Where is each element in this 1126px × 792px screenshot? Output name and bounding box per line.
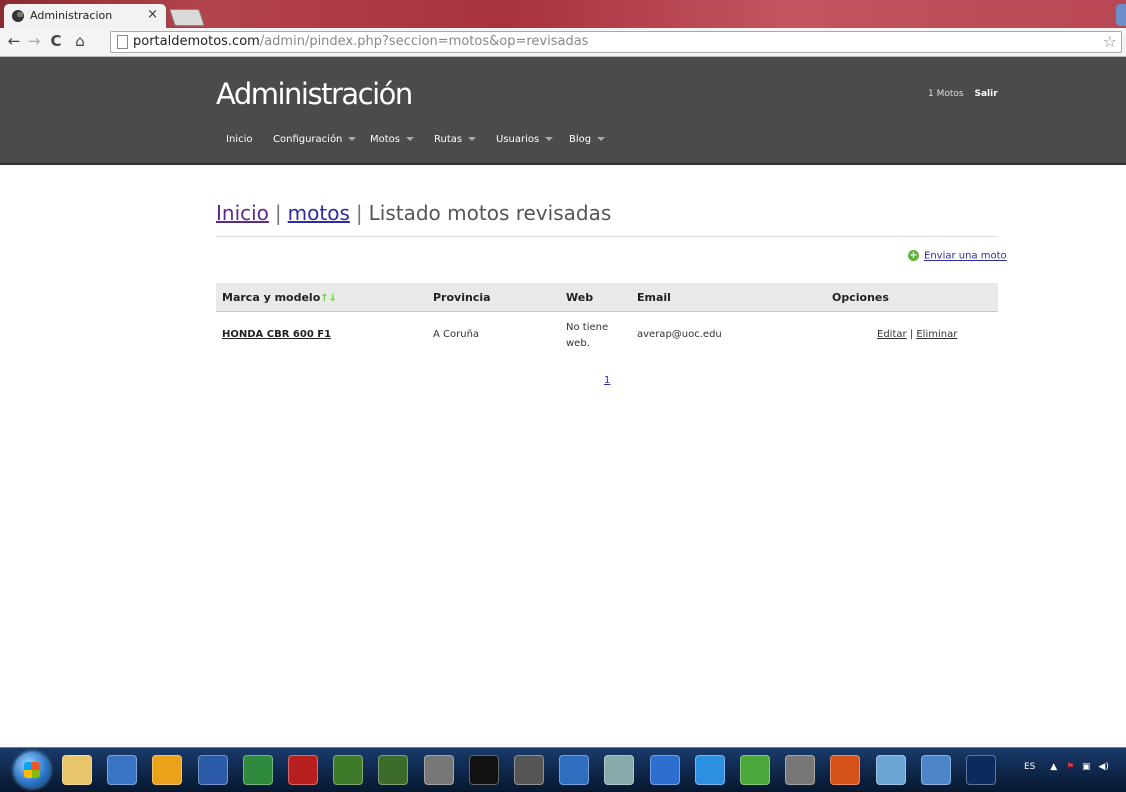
site-brand[interactable]: Administración	[216, 77, 413, 111]
filezilla-icon[interactable]	[288, 755, 318, 785]
tab-title: Administracion	[30, 9, 113, 22]
motos-count[interactable]: 1 Motos	[928, 89, 964, 99]
tab-close-icon[interactable]: ×	[147, 7, 158, 22]
home-icon[interactable]: ⌂	[70, 32, 90, 50]
province-cell: A Coruña	[433, 329, 480, 340]
utorrent-icon[interactable]	[740, 755, 770, 785]
notepad-icon[interactable]	[378, 755, 409, 785]
column-header-web: Web	[566, 291, 594, 304]
browser-tab-strip: Administracion ×	[0, 0, 1126, 28]
nav-item-configuracion[interactable]: Configuración	[273, 134, 357, 145]
windows-logo-icon	[24, 762, 40, 778]
column-header-model[interactable]: Marca y modelo↑↓	[222, 291, 337, 304]
chevron-down-icon	[348, 137, 357, 141]
favicon-icon	[12, 10, 24, 22]
logout-link[interactable]: Salir	[974, 89, 997, 99]
forward-icon[interactable]: →	[24, 32, 44, 50]
column-header-province: Provincia	[433, 291, 491, 304]
nav-item-motos[interactable]: Motos	[370, 134, 414, 145]
reload-icon[interactable]: C	[46, 32, 66, 50]
sort-up-icon[interactable]: ↑	[320, 293, 328, 304]
window-icon[interactable]	[920, 755, 951, 785]
tray-expand-icon[interactable]: ▲	[1050, 762, 1057, 772]
chevron-down-icon	[597, 137, 606, 141]
sublime-icon[interactable]	[514, 755, 544, 785]
chrome-icon[interactable]	[152, 755, 183, 785]
page-icon	[117, 35, 128, 49]
breadcrumb-separator: |	[355, 201, 363, 225]
sort-down-icon[interactable]: ↓	[329, 293, 337, 304]
app-icon[interactable]	[785, 755, 816, 785]
browser-tab[interactable]: Administracion ×	[4, 4, 166, 28]
dreamweaver-icon[interactable]	[333, 755, 364, 785]
bookmark-star-icon[interactable]: ☆	[1103, 32, 1117, 51]
chevron-down-icon	[468, 137, 477, 141]
email-cell: averap@uoc.edu	[637, 329, 722, 340]
chevron-down-icon	[406, 137, 414, 141]
column-header-options: Opciones	[832, 291, 889, 304]
options-cell: Editar | Eliminar	[877, 329, 958, 340]
windows-taskbar: ES ▲ ⚑ ▣ ◀)	[0, 747, 1126, 792]
nav-item-blog[interactable]: Blog	[569, 134, 606, 145]
page-title: Listado motos revisadas	[368, 201, 612, 225]
divider	[216, 236, 998, 237]
virtualbox-icon[interactable]	[559, 755, 590, 785]
inkscape-icon[interactable]	[423, 755, 454, 785]
site-header: Administración 1 Motos Salir Inicio Conf…	[0, 57, 1126, 165]
tray-network-icon[interactable]: ▣	[1082, 762, 1091, 772]
breadcrumb-separator: |	[274, 201, 282, 225]
table-row: HONDA CBR 600 F1 A Coruña No tiene web. a…	[216, 312, 998, 358]
add-icon: +	[908, 250, 919, 261]
terminal-icon[interactable]	[468, 755, 499, 785]
column-header-email: Email	[637, 291, 671, 304]
new-tab-button[interactable]	[169, 9, 205, 26]
paint-icon[interactable]	[604, 755, 635, 785]
firefox-icon[interactable]	[830, 755, 861, 785]
photoshop-icon[interactable]	[966, 755, 996, 785]
nav-item-inicio[interactable]: Inicio	[226, 134, 252, 145]
breadcrumb-motos-link[interactable]: motos	[288, 201, 350, 225]
window-control[interactable]	[1116, 4, 1126, 26]
ie-icon[interactable]	[694, 755, 725, 785]
start-button[interactable]	[14, 752, 50, 788]
breadcrumb: Inicio | motos | Listado motos revisadas	[216, 201, 611, 225]
language-indicator[interactable]: ES	[1024, 762, 1035, 772]
send-moto-label: Enviar una moto	[924, 250, 1007, 262]
tray-volume-icon[interactable]: ◀)	[1098, 762, 1108, 772]
tray-flag-icon[interactable]: ⚑	[1066, 762, 1074, 772]
table-header: Marca y modelo↑↓ Provincia Web Email Opc…	[216, 283, 998, 312]
paint-brush-icon[interactable]	[875, 755, 906, 785]
nav-item-rutas[interactable]: Rutas	[434, 134, 477, 145]
breadcrumb-home-link[interactable]: Inicio	[216, 201, 269, 225]
excel-icon[interactable]	[242, 755, 273, 785]
moto-model-link[interactable]: HONDA CBR 600 F1	[222, 329, 331, 340]
media-player-icon[interactable]	[107, 755, 138, 785]
network-icon[interactable]	[649, 755, 680, 785]
edit-link[interactable]: Editar	[877, 329, 907, 340]
url-text: portaldemotos.com/admin/pindex.php?secci…	[133, 34, 589, 49]
pagination-page-link[interactable]: 1	[604, 375, 610, 386]
delete-link[interactable]: Eliminar	[916, 329, 957, 340]
back-icon[interactable]: ←	[4, 32, 24, 50]
address-bar[interactable]: portaldemotos.com/admin/pindex.php?secci…	[110, 31, 1122, 53]
chevron-down-icon	[545, 137, 554, 141]
word-icon[interactable]	[197, 755, 228, 785]
explorer-icon[interactable]	[62, 755, 92, 785]
system-tray: ES ▲ ⚑ ▣ ◀)	[1024, 762, 1109, 772]
send-moto-link[interactable]: + Enviar una moto	[908, 250, 1007, 262]
web-cell: No tiene web.	[566, 322, 609, 349]
browser-toolbar: ← → C ⌂ portaldemotos.com/admin/pindex.p…	[0, 28, 1126, 57]
user-box: 1 Motos Salir	[928, 89, 998, 99]
nav-item-usuarios[interactable]: Usuarios	[496, 134, 554, 145]
